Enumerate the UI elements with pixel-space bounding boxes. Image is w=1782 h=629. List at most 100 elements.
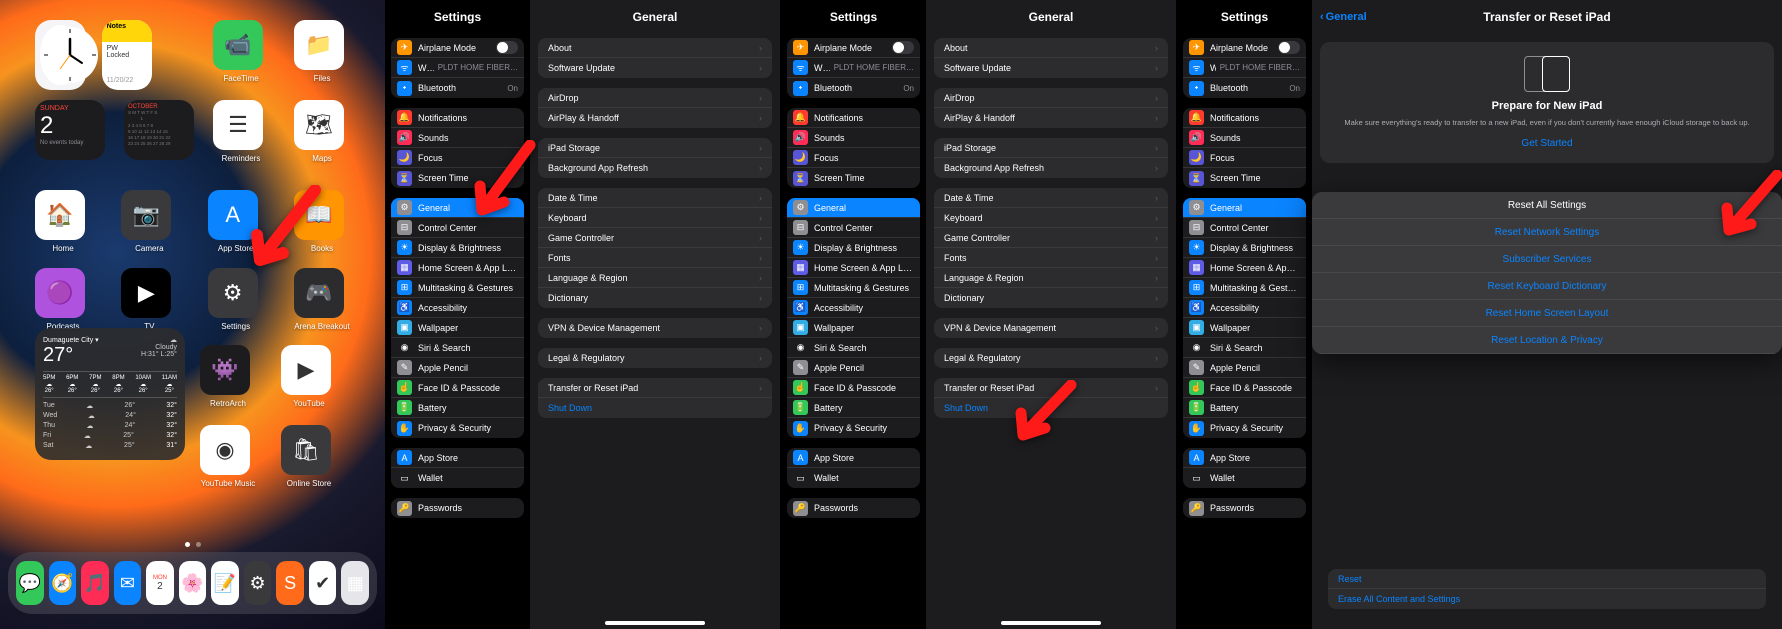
detail-item-airplay-handoff[interactable]: AirPlay & Handoff › <box>934 108 1168 128</box>
sidebar-item-apple-pencil[interactable]: ✎ Apple Pencil <box>1183 358 1306 378</box>
app-files[interactable]: 📁 Files <box>294 20 350 95</box>
sidebar-item-face-id-passcode[interactable]: ☝ Face ID & Passcode <box>391 378 524 398</box>
detail-item-keyboard[interactable]: Keyboard › <box>934 208 1168 228</box>
sidebar-item-app-store[interactable]: A App Store <box>787 448 920 468</box>
detail-item-date-time[interactable]: Date & Time › <box>934 188 1168 208</box>
sidebar-item-bluetooth[interactable]: ᛭ Bluetooth On <box>787 78 920 98</box>
sidebar-item-wi-fi[interactable]: ᯤ Wi-Fi PLDT HOME FIBER… <box>1183 58 1306 78</box>
toggle[interactable] <box>496 41 518 54</box>
detail-item-game-controller[interactable]: Game Controller › <box>538 228 772 248</box>
sidebar-item-screen-time[interactable]: ⏳ Screen Time <box>1183 168 1306 188</box>
sidebar-item-privacy-security[interactable]: ✋ Privacy & Security <box>787 418 920 438</box>
app-youtube[interactable]: ▶ YouTube <box>281 345 337 408</box>
sidebar-item-passwords[interactable]: 🔑 Passwords <box>391 498 524 518</box>
dock-app[interactable]: ✔ <box>309 561 337 605</box>
dock-app[interactable]: 💬 <box>16 561 44 605</box>
sidebar-item-wallpaper[interactable]: ▣ Wallpaper <box>787 318 920 338</box>
detail-item-legal-regulatory[interactable]: Legal & Regulatory › <box>538 348 772 368</box>
detail-item-software-update[interactable]: Software Update › <box>934 58 1168 78</box>
sidebar-item-home-screen-app-library[interactable]: ▦ Home Screen & App Library <box>787 258 920 278</box>
detail-item-language-region[interactable]: Language & Region › <box>934 268 1168 288</box>
sidebar-item-wallet[interactable]: ▭ Wallet <box>391 468 524 488</box>
action-reset[interactable]: Reset <box>1328 569 1766 589</box>
toggle[interactable] <box>1278 41 1300 54</box>
detail-item-background-app-refresh[interactable]: Background App Refresh › <box>934 158 1168 178</box>
dock-app[interactable]: 🧭 <box>49 561 77 605</box>
sidebar-item-focus[interactable]: 🌙 Focus <box>787 148 920 168</box>
sidebar-item-apple-pencil[interactable]: ✎ Apple Pencil <box>787 358 920 378</box>
sidebar-item-accessibility[interactable]: ♿ Accessibility <box>787 298 920 318</box>
back-button[interactable]: ‹ General <box>1320 0 1367 34</box>
notes-widget[interactable]: Notes PW Locked 11/20/22 <box>102 20 153 90</box>
sidebar-item-siri-search[interactable]: ◉ Siri & Search <box>1183 338 1306 358</box>
sidebar-item-sounds[interactable]: 🔊 Sounds <box>1183 128 1306 148</box>
app-podcasts[interactable]: 🟣 Podcasts <box>35 268 91 331</box>
sidebar-item-wi-fi[interactable]: ᯤ Wi-Fi PLDT HOME FIBER… <box>391 58 524 78</box>
toggle[interactable] <box>892 41 914 54</box>
sidebar-item-apple-pencil[interactable]: ✎ Apple Pencil <box>391 358 524 378</box>
sidebar-item-home-screen-app-library[interactable]: ▦ Home Screen & App Library <box>1183 258 1306 278</box>
sidebar-item-focus[interactable]: 🌙 Focus <box>1183 148 1306 168</box>
sidebar-item-battery[interactable]: 🔋 Battery <box>787 398 920 418</box>
sidebar-item-control-center[interactable]: ⊟ Control Center <box>1183 218 1306 238</box>
sidebar-item-face-id-passcode[interactable]: ☝ Face ID & Passcode <box>787 378 920 398</box>
detail-item-about[interactable]: About › <box>538 38 772 58</box>
app-maps[interactable]: 🗺 Maps <box>294 100 350 163</box>
calendar-month-widget[interactable]: OCTOBER S M T W T F S 12 3 4 5 6 7 89 10… <box>124 100 194 160</box>
dock-app[interactable]: S <box>276 561 304 605</box>
detail-item-transfer-or-reset-ipad[interactable]: Transfer or Reset iPad › <box>538 378 772 398</box>
app-home[interactable]: 🏠 Home <box>35 190 91 253</box>
app-camera[interactable]: 📷 Camera <box>121 190 177 253</box>
detail-item-game-controller[interactable]: Game Controller › <box>934 228 1168 248</box>
dock-app[interactable]: ✉ <box>114 561 142 605</box>
dock-app[interactable]: 📝 <box>211 561 239 605</box>
detail-item-ipad-storage[interactable]: iPad Storage › <box>934 138 1168 158</box>
sidebar-item-wallet[interactable]: ▭ Wallet <box>787 468 920 488</box>
sidebar-item-home-screen-app-library[interactable]: ▦ Home Screen & App Library <box>391 258 524 278</box>
app-facetime[interactable]: 📹 FaceTime <box>213 20 269 95</box>
detail-item-dictionary[interactable]: Dictionary › <box>934 288 1168 308</box>
sidebar-item-airplane-mode[interactable]: ✈ Airplane Mode <box>1183 38 1306 58</box>
sidebar-item-display-brightness[interactable]: ☀ Display & Brightness <box>787 238 920 258</box>
detail-item-fonts[interactable]: Fonts › <box>538 248 772 268</box>
detail-item-date-time[interactable]: Date & Time › <box>538 188 772 208</box>
sidebar-item-notifications[interactable]: 🔔 Notifications <box>787 108 920 128</box>
detail-item-software-update[interactable]: Software Update › <box>538 58 772 78</box>
detail-item-ipad-storage[interactable]: iPad Storage › <box>538 138 772 158</box>
sidebar-item-bluetooth[interactable]: ᛭ Bluetooth On <box>391 78 524 98</box>
sidebar-item-notifications[interactable]: 🔔 Notifications <box>391 108 524 128</box>
sidebar-item-battery[interactable]: 🔋 Battery <box>391 398 524 418</box>
sidebar-item-notifications[interactable]: 🔔 Notifications <box>1183 108 1306 128</box>
detail-item-about[interactable]: About › <box>934 38 1168 58</box>
popover-item-reset-all-settings[interactable]: Reset All Settings <box>1312 192 1782 219</box>
sidebar-item-privacy-security[interactable]: ✋ Privacy & Security <box>1183 418 1306 438</box>
dock-app[interactable]: 🎵 <box>81 561 109 605</box>
calendar-day-widget[interactable]: SUNDAY 2 No events today <box>35 100 105 160</box>
sidebar-item-accessibility[interactable]: ♿ Accessibility <box>391 298 524 318</box>
sidebar-item-display-brightness[interactable]: ☀ Display & Brightness <box>391 238 524 258</box>
detail-item-language-region[interactable]: Language & Region › <box>538 268 772 288</box>
sidebar-item-control-center[interactable]: ⊟ Control Center <box>787 218 920 238</box>
action-erase-all-content-and-settings[interactable]: Erase All Content and Settings <box>1328 589 1766 609</box>
sidebar-item-battery[interactable]: 🔋 Battery <box>1183 398 1306 418</box>
app-tv[interactable]: ▶ TV <box>121 268 177 331</box>
detail-item-shut-down[interactable]: Shut Down <box>538 398 772 418</box>
detail-item-legal-regulatory[interactable]: Legal & Regulatory › <box>934 348 1168 368</box>
detail-item-vpn-device-management[interactable]: VPN & Device Management › <box>934 318 1168 338</box>
sidebar-item-airplane-mode[interactable]: ✈ Airplane Mode <box>787 38 920 58</box>
detail-item-dictionary[interactable]: Dictionary › <box>538 288 772 308</box>
weather-widget[interactable]: Dumaguete City ▾ 27° ☁ Cloudy H:31° L:25… <box>35 328 185 460</box>
detail-item-airplay-handoff[interactable]: AirPlay & Handoff › <box>538 108 772 128</box>
detail-item-background-app-refresh[interactable]: Background App Refresh › <box>538 158 772 178</box>
sidebar-item-multitasking-gestures[interactable]: ⊞ Multitasking & Gestures <box>787 278 920 298</box>
detail-item-keyboard[interactable]: Keyboard › <box>538 208 772 228</box>
sidebar-item-airplane-mode[interactable]: ✈ Airplane Mode <box>391 38 524 58</box>
popover-item-reset-network-settings[interactable]: Reset Network Settings <box>1312 219 1782 246</box>
sidebar-item-display-brightness[interactable]: ☀ Display & Brightness <box>1183 238 1306 258</box>
sidebar-item-siri-search[interactable]: ◉ Siri & Search <box>787 338 920 358</box>
dock-app[interactable]: ▦ <box>341 561 369 605</box>
sidebar-item-general[interactable]: ⚙ General <box>1183 198 1306 218</box>
sidebar-item-wi-fi[interactable]: ᯤ Wi-Fi PLDT HOME FIBER… <box>787 58 920 78</box>
sidebar-item-screen-time[interactable]: ⏳ Screen Time <box>787 168 920 188</box>
popover-item-reset-home-screen-layout[interactable]: Reset Home Screen Layout <box>1312 300 1782 327</box>
